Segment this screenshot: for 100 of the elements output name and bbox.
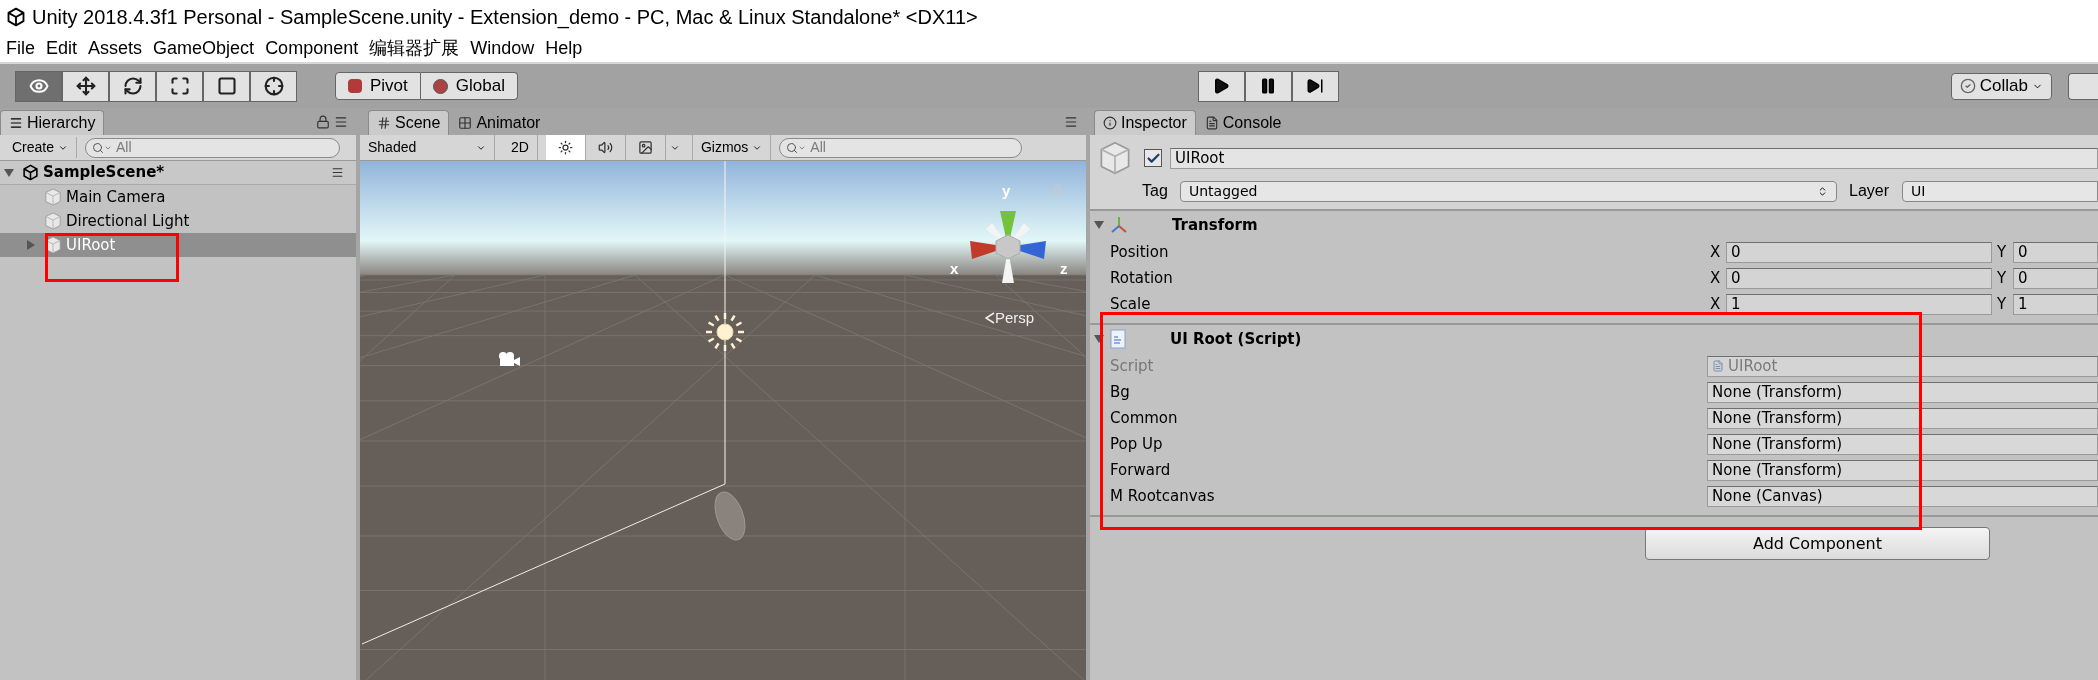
value-field[interactable]: None (Canvas) xyxy=(1707,485,2098,507)
axis-label: z xyxy=(1060,261,1068,276)
tool-button[interactable] xyxy=(62,70,109,102)
scene-viewport[interactable]: y x z Persp xyxy=(360,161,1086,680)
menu-item[interactable]: File xyxy=(6,34,35,62)
pause-button[interactable] xyxy=(1244,70,1292,102)
value-field[interactable]: 1 xyxy=(1726,293,1992,315)
collab-button[interactable]: Collab xyxy=(1950,72,2052,100)
step-button[interactable] xyxy=(1291,70,1339,102)
tool-button[interactable] xyxy=(250,70,297,102)
menu-item[interactable]: GameObject xyxy=(153,34,255,62)
global-button[interactable]: Global xyxy=(420,72,518,100)
value-field[interactable]: 0 xyxy=(1726,267,1992,289)
active-checkbox[interactable] xyxy=(1144,149,1162,167)
panel-tab[interactable]: Hierarchy xyxy=(0,110,105,135)
projection-label[interactable]: Persp xyxy=(985,307,1035,330)
hierarchy-item[interactable]: Directional Light xyxy=(0,209,356,233)
menu-item[interactable]: Component xyxy=(265,34,359,62)
property-label: Pop Up xyxy=(1110,433,1164,455)
layer-dropdown[interactable]: UI xyxy=(1902,180,2098,202)
tool-button[interactable] xyxy=(15,70,62,102)
menu-item[interactable]: Help xyxy=(545,34,583,62)
expander-icon[interactable] xyxy=(4,167,14,178)
property-label: Bg xyxy=(1110,381,1131,403)
cube-icon xyxy=(1098,141,1132,175)
image-icon xyxy=(637,140,653,155)
account-button[interactable] xyxy=(2068,72,2098,100)
play-icon xyxy=(1212,77,1231,95)
create-dropdown[interactable]: Create xyxy=(4,137,78,158)
expander-icon[interactable] xyxy=(1094,220,1104,230)
search-icon xyxy=(92,141,105,154)
property-label: Rotation xyxy=(1110,267,1174,289)
axis-label: X xyxy=(1710,241,1722,263)
axis-label: Y xyxy=(1997,293,2008,315)
value-field[interactable]: 0 xyxy=(2013,241,2098,263)
panel-tab[interactable]: Console xyxy=(1195,110,1291,135)
unity-logo-icon xyxy=(22,164,39,181)
menu-icon[interactable] xyxy=(334,114,348,129)
move-icon xyxy=(75,76,96,96)
expander-icon[interactable] xyxy=(1094,334,1104,344)
list-icon xyxy=(9,116,23,130)
globe-icon xyxy=(432,78,448,94)
value-field[interactable]: None (Transform) xyxy=(1707,381,2098,403)
speaker-icon xyxy=(597,140,613,155)
tag-dropdown[interactable]: Untagged xyxy=(1180,180,1837,202)
cube-icon xyxy=(44,212,62,230)
name-field[interactable]: UIRoot xyxy=(1170,147,2098,169)
menu-icon[interactable] xyxy=(1064,114,1078,129)
tool-button[interactable] xyxy=(156,70,203,102)
eye-icon xyxy=(28,76,49,96)
property-label: Common xyxy=(1110,407,1179,429)
add-component-button[interactable]: Add Component xyxy=(1645,527,1990,560)
shading-dropdown[interactable]: Shaded xyxy=(360,135,495,160)
axis-label: X xyxy=(1710,267,1722,289)
hierarchy-item[interactable]: Main Camera xyxy=(0,185,356,209)
lock-icon[interactable] xyxy=(316,114,330,129)
scene-row[interactable]: SampleScene* xyxy=(0,161,356,185)
tab-icon xyxy=(1204,116,1219,130)
mode-2d-toggle[interactable]: 2D xyxy=(503,135,538,160)
script-file-icon xyxy=(1712,360,1724,372)
value-field[interactable]: None (Transform) xyxy=(1707,433,2098,455)
unity-logo-icon xyxy=(6,7,26,27)
sun-icon xyxy=(557,140,573,155)
tool-button[interactable] xyxy=(203,70,250,102)
menu-item[interactable]: Window xyxy=(470,34,535,62)
menu-icon[interactable] xyxy=(331,166,344,179)
property-label: Forward xyxy=(1110,459,1172,481)
cube-icon xyxy=(44,188,62,206)
search-field[interactable]: All xyxy=(85,137,341,158)
panel-tab[interactable]: Inspector xyxy=(1094,110,1196,135)
search-field[interactable]: All xyxy=(779,137,1023,158)
rect-icon xyxy=(216,76,237,96)
property-label: Scale xyxy=(1110,293,1152,315)
tab-icon xyxy=(377,116,391,130)
object-name: UIRoot xyxy=(66,234,116,256)
tab-icon xyxy=(458,116,473,130)
value-field[interactable]: None (Transform) xyxy=(1707,459,2098,481)
axis-label: Y xyxy=(1997,241,2008,263)
sun-icon xyxy=(705,312,745,352)
panel-tab[interactable]: Animator xyxy=(449,110,550,135)
lighting-toggle[interactable] xyxy=(545,135,586,160)
tool-button[interactable] xyxy=(109,70,156,102)
search-icon xyxy=(786,141,799,154)
panel-tab[interactable]: Scene xyxy=(368,110,450,135)
value-field[interactable]: 0 xyxy=(1726,241,1992,263)
object-name: Main Camera xyxy=(66,186,166,208)
value-field[interactable]: 1 xyxy=(2013,293,2098,315)
menu-item[interactable]: 编辑器扩展 xyxy=(369,34,460,62)
play-button[interactable] xyxy=(1197,70,1245,102)
caret-icon xyxy=(1817,185,1828,197)
pivot-button[interactable]: Pivot xyxy=(335,72,421,100)
menu-item[interactable]: Edit xyxy=(46,34,78,62)
tab-icon xyxy=(1103,116,1117,130)
gizmos-dropdown[interactable]: Gizmos xyxy=(691,135,772,160)
menu-item[interactable]: Assets xyxy=(88,34,143,62)
value-field[interactable]: 0 xyxy=(2013,267,2098,289)
scale-icon xyxy=(169,76,190,96)
component-title: UI Root (Script) xyxy=(1170,328,1302,350)
camera-icon xyxy=(497,351,521,367)
value-field[interactable]: None (Transform) xyxy=(1707,407,2098,429)
